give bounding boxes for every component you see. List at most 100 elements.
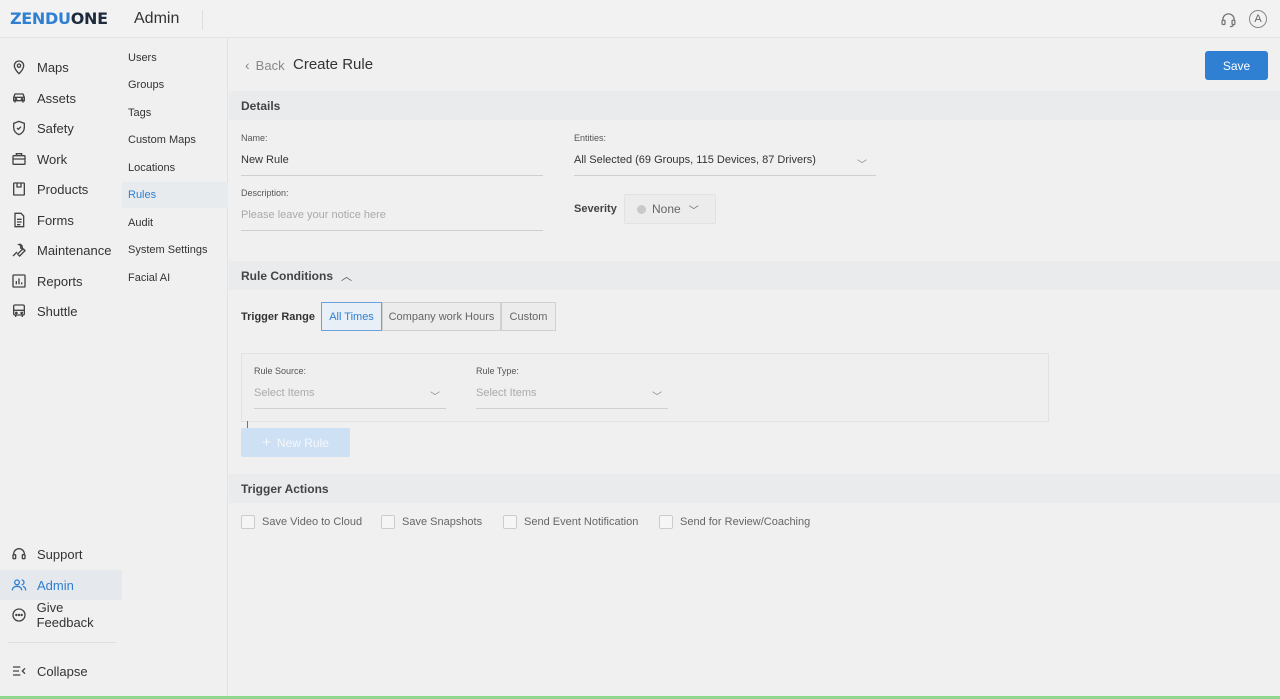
sidebar-item-products[interactable]: Products — [0, 174, 122, 204]
action-label: Save Video to Cloud — [262, 516, 363, 528]
account-avatar-icon[interactable]: A — [1249, 10, 1267, 28]
users-icon — [10, 576, 28, 594]
subnav-item-system-settings[interactable]: System Settings — [122, 237, 228, 263]
subnav-item-audit[interactable]: Audit — [122, 210, 228, 236]
sidebar-item-label: Support — [37, 546, 83, 562]
rule-type-select[interactable]: Select Items — [476, 387, 537, 399]
new-rule-button[interactable]: + New Rule — [241, 428, 350, 457]
sidebar-item-admin[interactable]: Admin — [0, 570, 122, 600]
severity-value: None — [652, 202, 681, 216]
rule-source-underline — [254, 408, 446, 409]
save-button[interactable]: Save — [1205, 51, 1268, 80]
headset-icon — [10, 545, 28, 563]
subnav-item-facial-ai[interactable]: Facial AI — [122, 265, 228, 291]
action-send-event-notification[interactable]: Send Event Notification — [503, 515, 638, 529]
subnav-item-tags[interactable]: Tags — [122, 100, 228, 126]
rule-condition-card: Rule Source: Select Items ﹀ Rule Type: S… — [241, 353, 1049, 422]
sidebar-item-work[interactable]: Work — [0, 144, 122, 174]
severity-label: Severity — [574, 203, 617, 215]
back-label: Back — [255, 57, 285, 73]
entities-select[interactable]: All Selected (69 Groups, 115 Devices, 87… — [574, 154, 816, 166]
box-icon — [10, 180, 28, 198]
severity-select[interactable]: None ﹀ — [624, 194, 716, 224]
sidebar-item-reports[interactable]: Reports — [0, 266, 122, 296]
sidebar-item-assets[interactable]: Assets — [0, 83, 122, 113]
collapse-icon — [10, 662, 28, 680]
rule-source-select[interactable]: Select Items — [254, 387, 315, 399]
name-input[interactable]: New Rule — [241, 154, 289, 166]
chevron-down-icon[interactable]: ﹀ — [430, 388, 440, 403]
sidebar: Maps Assets Safety Work Products Forms M… — [0, 38, 122, 699]
chat-icon — [10, 606, 28, 624]
sidebar-item-label: Products — [37, 181, 89, 197]
rule-type-underline — [476, 408, 668, 409]
subnav-item-rules[interactable]: Rules — [122, 182, 228, 208]
action-label: Send Event Notification — [524, 516, 639, 528]
sidebar-item-maintenance[interactable]: Maintenance — [0, 235, 122, 265]
sidebar-item-label: Work — [37, 151, 68, 167]
sidebar-item-safety[interactable]: Safety — [0, 113, 122, 143]
checkbox[interactable] — [381, 515, 395, 529]
sidebar-item-maps[interactable]: Maps — [0, 52, 122, 82]
action-save-snapshots[interactable]: Save Snapshots — [381, 515, 482, 529]
checkbox[interactable] — [241, 515, 255, 529]
collapse-button[interactable]: Collapse — [0, 656, 122, 686]
back-link[interactable]: ‹ Back — [245, 57, 285, 73]
top-bar: ZENDUONE Admin A — [0, 0, 1280, 38]
range-all-times[interactable]: All Times — [321, 302, 382, 331]
sidebar-item-shuttle[interactable]: Shuttle — [0, 296, 122, 326]
action-save-video[interactable]: Save Video to Cloud — [241, 515, 362, 529]
entities-underline — [574, 175, 876, 176]
headset-icon[interactable] — [1219, 10, 1237, 28]
subnav-item-groups[interactable]: Groups — [122, 72, 228, 98]
zenduone-logo[interactable]: ZENDUONE — [10, 9, 108, 28]
description-underline — [241, 230, 543, 231]
new-rule-label: New Rule — [276, 435, 329, 450]
sidebar-item-forms[interactable]: Forms — [0, 205, 122, 235]
sidebar-item-label: Shuttle — [37, 303, 78, 319]
checkbox[interactable] — [659, 515, 673, 529]
checkbox[interactable] — [503, 515, 517, 529]
document-icon — [10, 211, 28, 229]
action-label: Send for Review/Coaching — [680, 516, 811, 528]
sidebar-item-give-feedback[interactable]: Give Feedback — [0, 600, 122, 630]
range-company-work-hours[interactable]: Company work Hours — [382, 302, 501, 331]
details-heading: Details — [241, 98, 281, 113]
sidebar-item-label: Forms — [37, 212, 74, 228]
entities-label: Entities: — [574, 133, 607, 143]
chevron-up-icon[interactable]: ︿ — [341, 268, 352, 284]
car-icon — [10, 89, 28, 107]
details-section-header: Details — [229, 91, 1280, 120]
sidebar-item-label: Reports — [37, 273, 83, 289]
rule-conditions-heading: Rule Conditions — [241, 268, 333, 283]
bar-chart-icon — [10, 272, 28, 290]
header-divider — [202, 10, 203, 30]
sidebar-item-support[interactable]: Support — [0, 539, 122, 569]
sidebar-item-label: Give Feedback — [36, 600, 94, 630]
trigger-range-label: Trigger Range — [241, 311, 315, 323]
briefcase-icon — [10, 150, 28, 168]
shield-icon — [10, 119, 28, 137]
subnav-item-custom-maps[interactable]: Custom Maps — [122, 127, 228, 153]
sidebar-divider — [8, 642, 116, 643]
subnav-item-locations[interactable]: Locations — [122, 155, 228, 181]
subnav-item-users[interactable]: Users — [122, 45, 228, 71]
chevron-left-icon: ‹ — [245, 57, 250, 73]
chevron-down-icon[interactable]: ﹀ — [857, 156, 867, 171]
page-title: Create Rule — [293, 56, 374, 73]
action-label: Save Snapshots — [402, 516, 483, 528]
range-custom[interactable]: Custom — [501, 302, 556, 331]
header-title: Admin — [134, 10, 180, 27]
sidebar-item-label: Maps — [37, 59, 69, 75]
action-send-for-review[interactable]: Send for Review/Coaching — [659, 515, 810, 529]
bus-icon — [10, 302, 28, 320]
rule-conditions-section-header[interactable]: Rule Conditions ︿ — [229, 261, 1280, 290]
description-label: Description: — [241, 188, 289, 198]
description-input[interactable]: Please leave your notice here — [241, 209, 386, 221]
collapse-label: Collapse — [37, 663, 88, 679]
map-pin-icon — [10, 58, 28, 76]
chevron-down-icon[interactable]: ﹀ — [652, 388, 662, 403]
sidebar-item-label: Maintenance — [37, 242, 112, 258]
rule-source-label: Rule Source: — [254, 366, 307, 376]
trigger-actions-heading: Trigger Actions — [241, 481, 329, 496]
